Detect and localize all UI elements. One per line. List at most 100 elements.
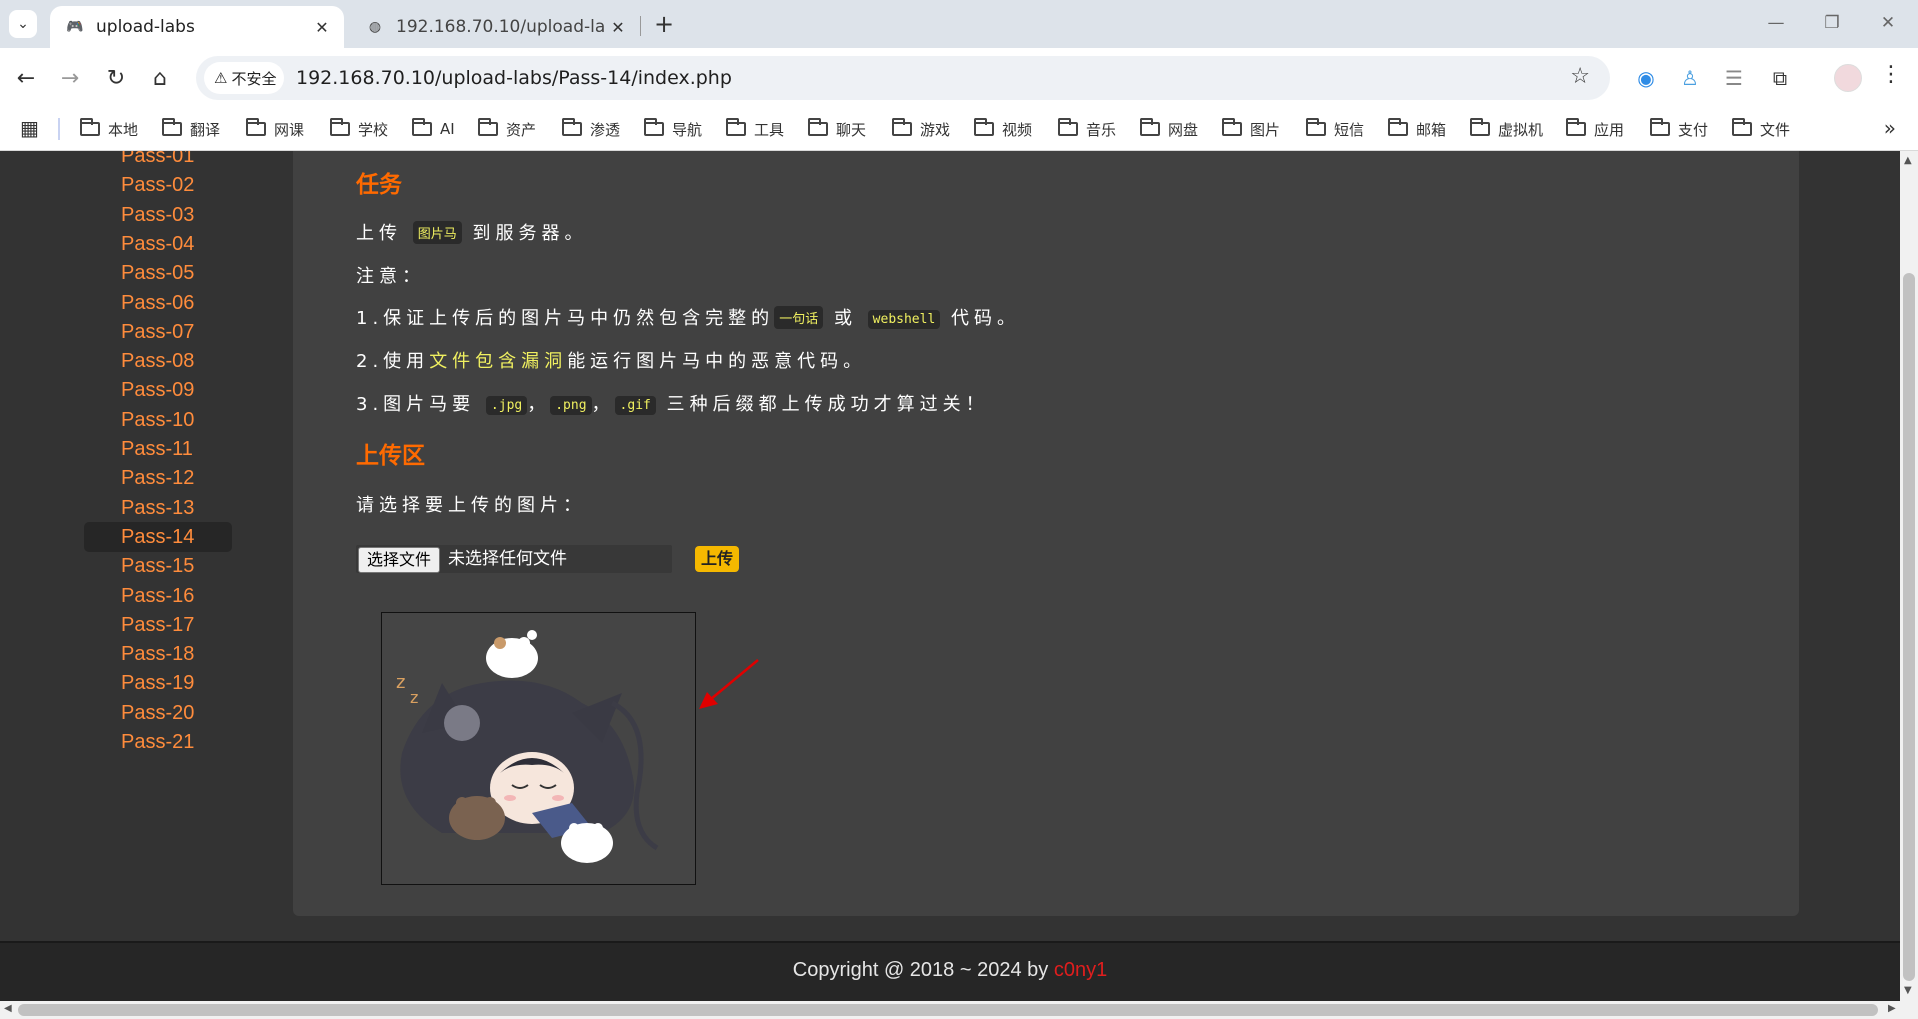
bookmark-item[interactable]: 资产 <box>478 108 536 150</box>
close-window-button[interactable]: ✕ <box>1866 8 1910 38</box>
text: 到服务器。 <box>472 223 588 244</box>
bookmark-item[interactable]: 音乐 <box>1058 108 1116 150</box>
bookmark-item[interactable]: AI <box>412 108 455 150</box>
url-text[interactable]: 192.168.70.10/upload-labs/Pass-14/index.… <box>296 56 732 100</box>
tab-second[interactable]: ◍ 192.168.70.10/upload-labs/in ✕ <box>350 6 640 48</box>
new-tab-button[interactable]: + <box>650 10 678 38</box>
warning-icon: ⚠ <box>214 69 228 87</box>
author-link[interactable]: c0ny1 <box>1054 959 1107 981</box>
close-icon[interactable]: ✕ <box>310 15 334 39</box>
sidebar-item-pass-03[interactable]: Pass-03 <box>84 200 232 230</box>
folder-icon <box>562 118 582 136</box>
tab-search-button[interactable]: ⌄ <box>9 10 37 38</box>
menu-kebab-icon[interactable]: ⋮ <box>1880 62 1902 87</box>
bookmark-item[interactable]: 学校 <box>330 108 388 150</box>
minimize-button[interactable]: — <box>1754 8 1798 38</box>
sidebar-item-pass-14[interactable]: Pass-14 <box>84 521 232 552</box>
horizontal-scrollbar[interactable]: ◀ ▶ <box>0 1001 1918 1019</box>
bookmark-label: 网盘 <box>1168 120 1199 139</box>
bookmark-item[interactable]: 支付 <box>1650 108 1708 150</box>
scroll-thumb[interactable] <box>18 1004 1878 1016</box>
file-input[interactable]: 选择文件 未选择任何文件 <box>356 545 672 573</box>
task-item-1: 1.保证上传后的图片马中仍然包含完整的 一句话 或 webshell 代码。 <box>356 304 1020 330</box>
sidebar-item-pass-15[interactable]: Pass-15 <box>84 551 232 581</box>
sidebar-item-pass-20[interactable]: Pass-20 <box>84 698 232 728</box>
folder-icon <box>1222 118 1242 136</box>
bookmark-item[interactable]: 虚拟机 <box>1470 108 1543 150</box>
bookmark-label: 图片 <box>1250 120 1281 139</box>
bookmark-item[interactable]: 邮箱 <box>1388 108 1446 150</box>
sidebar-item-pass-04[interactable]: Pass-04 <box>84 229 232 259</box>
folder-icon <box>1470 118 1490 136</box>
bookmark-item[interactable]: 渗透 <box>562 108 620 150</box>
svg-text:z: z <box>396 672 405 693</box>
sidebar-item-pass-06[interactable]: Pass-06 <box>84 288 232 318</box>
sidebar-item-pass-05[interactable]: Pass-05 <box>84 258 232 288</box>
folder-icon <box>808 118 828 136</box>
vertical-scrollbar[interactable]: ▲ ▼ <box>1900 151 1918 1001</box>
bookmark-star-icon[interactable]: ☆ <box>1570 64 1590 89</box>
restore-button[interactable]: ❐ <box>1810 8 1854 38</box>
sidebar-item-pass-01[interactable]: Pass-01 <box>84 151 232 171</box>
reload-button[interactable]: ↻ <box>98 60 134 96</box>
bookmark-item[interactable]: 网盘 <box>1140 108 1198 150</box>
extension-translate-icon[interactable]: ♙ <box>1676 64 1704 92</box>
scroll-left-arrow-icon[interactable]: ◀ <box>4 1003 12 1014</box>
bookmark-item[interactable]: 文件 <box>1732 108 1790 150</box>
bookmark-item[interactable]: 翻译 <box>162 108 220 150</box>
security-chip[interactable]: ⚠ 不安全 <box>204 62 285 94</box>
sidebar-item-pass-09[interactable]: Pass-09 <box>84 375 232 405</box>
sidebar-item-pass-08[interactable]: Pass-08 <box>84 346 232 376</box>
scroll-up-arrow-icon[interactable]: ▲ <box>1904 155 1912 166</box>
bookmark-item[interactable]: 短信 <box>1306 108 1364 150</box>
sidebar-item-pass-11[interactable]: Pass-11 <box>84 434 232 464</box>
bookmark-item[interactable]: 应用 <box>1566 108 1624 150</box>
bookmark-item[interactable]: 游戏 <box>892 108 950 150</box>
sidebar-item-pass-19[interactable]: Pass-19 <box>84 668 232 698</box>
close-icon[interactable]: ✕ <box>606 15 630 39</box>
scroll-thumb[interactable] <box>1903 273 1915 981</box>
apps-grid-icon[interactable]: ▦ <box>20 116 39 140</box>
bookmark-item[interactable]: 工具 <box>726 108 784 150</box>
profile-avatar[interactable] <box>1834 64 1862 92</box>
bookmark-item[interactable]: 图片 <box>1222 108 1280 150</box>
bookmark-label: 本地 <box>108 120 139 139</box>
scroll-down-arrow-icon[interactable]: ▼ <box>1904 985 1912 996</box>
extension-circle-icon[interactable]: ◉ <box>1632 64 1660 92</box>
tab-divider <box>640 16 641 36</box>
tab-title: 192.168.70.10/upload-labs/in <box>396 17 606 37</box>
task-line: 上传 图片马 到服务器。 <box>356 219 587 245</box>
tab-upload-labs[interactable]: 🎮 upload-labs ✕ <box>50 6 344 48</box>
bookmark-item[interactable]: 导航 <box>644 108 702 150</box>
bookmark-item[interactable]: 视频 <box>974 108 1032 150</box>
back-button[interactable]: ← <box>8 60 44 96</box>
bookmark-item[interactable]: 网课 <box>246 108 304 150</box>
folder-icon <box>478 118 498 136</box>
bookmark-item[interactable]: 本地 <box>80 108 138 150</box>
extensions-puzzle-icon[interactable]: ⧉ <box>1766 64 1794 92</box>
sidebar-item-pass-07[interactable]: Pass-07 <box>84 317 232 347</box>
chibi-girl-with-cats-image: z z <box>382 613 695 884</box>
highlight-text: 文件包含漏洞 <box>429 351 568 372</box>
home-button[interactable]: ⌂ <box>142 60 178 96</box>
folder-icon <box>1732 118 1752 136</box>
upload-submit-button[interactable]: 上传 <box>695 546 740 572</box>
extension-stack-icon[interactable]: ☰ <box>1720 64 1748 92</box>
sidebar-item-pass-21[interactable]: Pass-21 <box>84 727 232 757</box>
sidebar-item-pass-17[interactable]: Pass-17 <box>84 610 232 640</box>
folder-icon <box>412 118 432 136</box>
scroll-right-arrow-icon[interactable]: ▶ <box>1888 1003 1896 1014</box>
sidebar-item-pass-12[interactable]: Pass-12 <box>84 463 232 493</box>
bookmark-item[interactable]: 聊天 <box>808 108 866 150</box>
sidebar-item-pass-18[interactable]: Pass-18 <box>84 639 232 669</box>
sidebar-item-pass-16[interactable]: Pass-16 <box>84 581 232 611</box>
sidebar-item-pass-02[interactable]: Pass-02 <box>84 170 232 200</box>
sidebar-item-pass-10[interactable]: Pass-10 <box>84 405 232 435</box>
bookmark-label: 网课 <box>274 120 305 139</box>
inline-code: 图片马 <box>412 221 462 244</box>
forward-button[interactable]: → <box>52 60 88 96</box>
choose-file-button[interactable]: 选择文件 <box>358 547 441 573</box>
chevron-double-right-icon[interactable]: » <box>1884 116 1896 140</box>
sidebar-item-pass-13[interactable]: Pass-13 <box>84 493 232 523</box>
address-bar[interactable]: ⚠ 不安全 192.168.70.10/upload-labs/Pass-14/… <box>196 56 1610 100</box>
